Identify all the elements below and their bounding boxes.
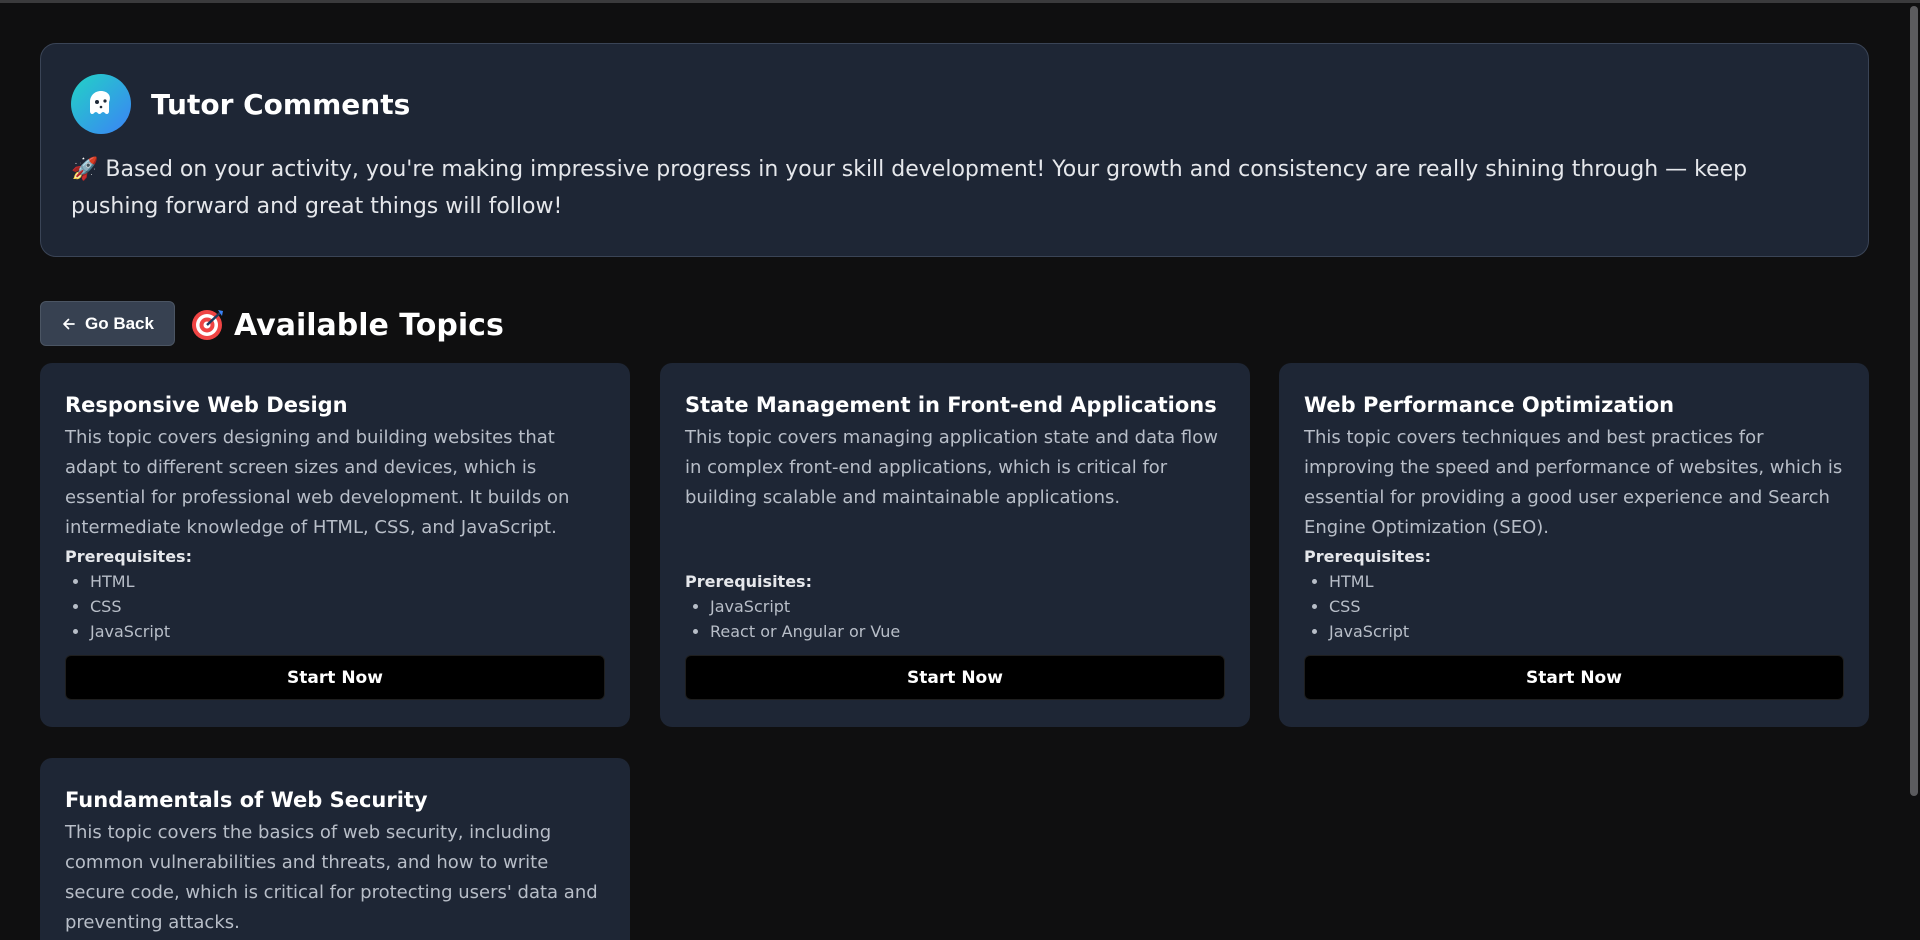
- go-back-label: Go Back: [85, 313, 154, 333]
- prerequisite-item: CSS: [1329, 594, 1844, 619]
- target-icon: [190, 308, 224, 342]
- topics-page: Tutor Comments 🚀 Based on your activity,…: [0, 3, 1908, 940]
- prerequisite-item: JavaScript: [1329, 619, 1844, 644]
- start-now-button[interactable]: Start Now: [685, 655, 1225, 700]
- prerequisite-item: HTML: [90, 569, 605, 594]
- ghost-face-icon: [71, 74, 131, 134]
- start-now-button[interactable]: Start Now: [65, 655, 605, 700]
- topic-description: This topic covers the basics of web secu…: [65, 822, 598, 933]
- prerequisites-list: HTML CSS JavaScript: [1304, 569, 1844, 644]
- go-back-button[interactable]: Go Back: [40, 301, 175, 346]
- topic-title: Responsive Web Design: [65, 393, 348, 417]
- prerequisites-block: Prerequisites: HTML CSS JavaScript Start…: [1304, 545, 1844, 700]
- available-topics-label: Available Topics: [234, 307, 504, 343]
- topic-card-web-performance: Web Performance Optimization This topic …: [1279, 363, 1869, 727]
- topic-description: This topic covers designing and building…: [65, 427, 570, 538]
- topic-title: Fundamentals of Web Security: [65, 788, 428, 812]
- topic-description: This topic covers techniques and best pr…: [1304, 427, 1843, 538]
- prerequisite-item: HTML: [1329, 569, 1844, 594]
- tutor-title: Tutor Comments: [151, 87, 411, 121]
- prerequisites-block: Prerequisites: HTML CSS JavaScript Start…: [65, 545, 605, 700]
- arrow-left-icon: [61, 316, 77, 332]
- tutor-comments-card: Tutor Comments 🚀 Based on your activity,…: [40, 43, 1869, 257]
- prerequisites-list: HTML CSS JavaScript: [65, 569, 605, 644]
- tutor-header: Tutor Comments: [71, 74, 1838, 134]
- topic-card-web-security: Fundamentals of Web Security This topic …: [40, 758, 630, 940]
- prerequisite-item: JavaScript: [710, 594, 1225, 619]
- prerequisites-block: Prerequisites: JavaScript React or Angul…: [685, 570, 1225, 700]
- tutor-message: 🚀 Based on your activity, you're making …: [71, 157, 1748, 219]
- topic-description: This topic covers managing application s…: [685, 427, 1218, 508]
- topic-title: Web Performance Optimization: [1304, 393, 1675, 417]
- topic-card-state-management: State Management in Front-end Applicatio…: [660, 363, 1250, 727]
- topic-title: State Management in Front-end Applicatio…: [685, 393, 1217, 417]
- prerequisites-label: Prerequisites:: [685, 572, 812, 591]
- topic-card-responsive-web-design: Responsive Web Design This topic covers …: [40, 363, 630, 727]
- prerequisites-list: JavaScript React or Angular or Vue: [685, 594, 1225, 644]
- prerequisite-item: CSS: [90, 594, 605, 619]
- prerequisites-label: Prerequisites:: [1304, 547, 1431, 566]
- prerequisite-item: JavaScript: [90, 619, 605, 644]
- prerequisites-label: Prerequisites:: [65, 547, 192, 566]
- available-topics-heading: Available Topics: [190, 303, 504, 347]
- page-scrollbar-thumb[interactable]: [1910, 6, 1918, 796]
- start-now-button[interactable]: Start Now: [1304, 655, 1844, 700]
- prerequisite-item: React or Angular or Vue: [710, 619, 1225, 644]
